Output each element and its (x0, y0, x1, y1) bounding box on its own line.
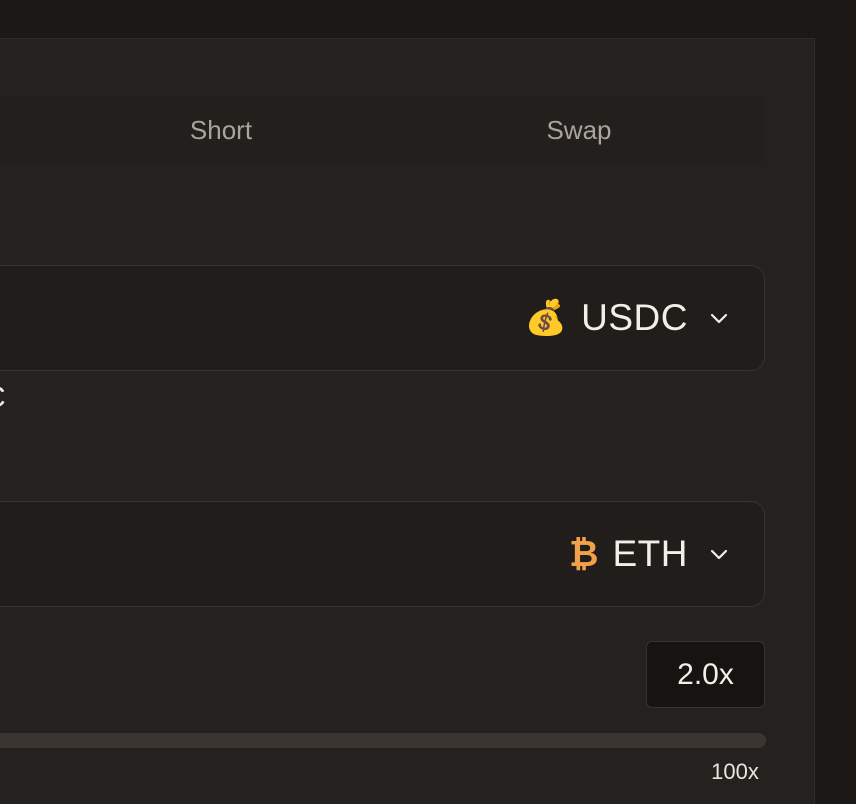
pay-token-selector[interactable]: 💰 USDC (525, 266, 730, 370)
trade-tabs: Short Swap (0, 95, 765, 165)
receive-token-selector[interactable]: ₿ ETH (569, 502, 730, 606)
leverage-input[interactable]: 2.0x (646, 641, 765, 708)
app-background: Short Swap 💰 USDC C ₿ ETH 2.0x (0, 0, 856, 804)
trade-panel: Short Swap 💰 USDC C ₿ ETH 2.0x (0, 38, 815, 804)
leverage-slider-fill (0, 733, 16, 748)
chevron-down-icon (710, 313, 728, 324)
tab-short[interactable]: Short (121, 95, 321, 165)
pay-token-label: USDC (581, 297, 688, 338)
leverage-max-label: 100x (711, 759, 759, 784)
bitcoin-icon: ₿ (569, 533, 599, 574)
receive-token-label: ETH (612, 533, 688, 574)
leverage-slider[interactable] (0, 733, 766, 748)
pay-balance-text: C (0, 381, 6, 415)
money-bag-icon: 💰 (524, 299, 568, 337)
receive-input-box[interactable]: ₿ ETH (0, 501, 765, 607)
tab-swap[interactable]: Swap (479, 95, 679, 165)
chevron-down-icon (710, 549, 728, 560)
pay-input-box[interactable]: 💰 USDC (0, 265, 765, 371)
